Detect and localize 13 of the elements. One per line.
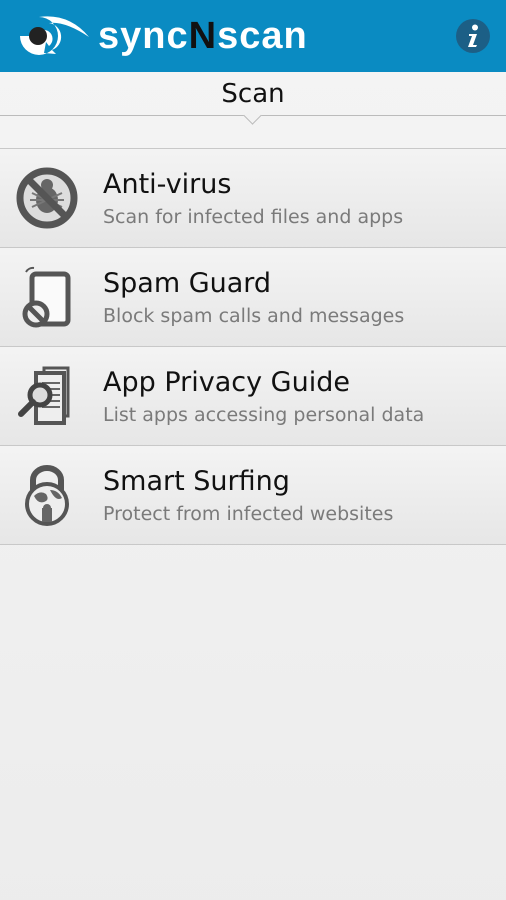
feature-subtitle: Scan for infected files and apps <box>103 206 404 228</box>
feature-title: App Privacy Guide <box>103 366 351 398</box>
feature-subtitle: Protect from infected websites <box>103 502 394 524</box>
tab[interactable]: Scan <box>221 72 285 115</box>
app-logo-text: syncNscan <box>98 14 308 58</box>
feature-subtitle: List apps accessing personal data <box>103 404 424 426</box>
info-button[interactable] <box>456 19 490 53</box>
feature-title: Anti-virus <box>103 168 232 200</box>
feature-title: Spam Guard <box>103 268 272 298</box>
no-bug-icon <box>16 167 78 229</box>
feature-title: Smart Surfing <box>103 466 291 496</box>
feature-subtitle: Block spam calls and messages <box>103 304 404 326</box>
info-icon <box>466 24 480 48</box>
